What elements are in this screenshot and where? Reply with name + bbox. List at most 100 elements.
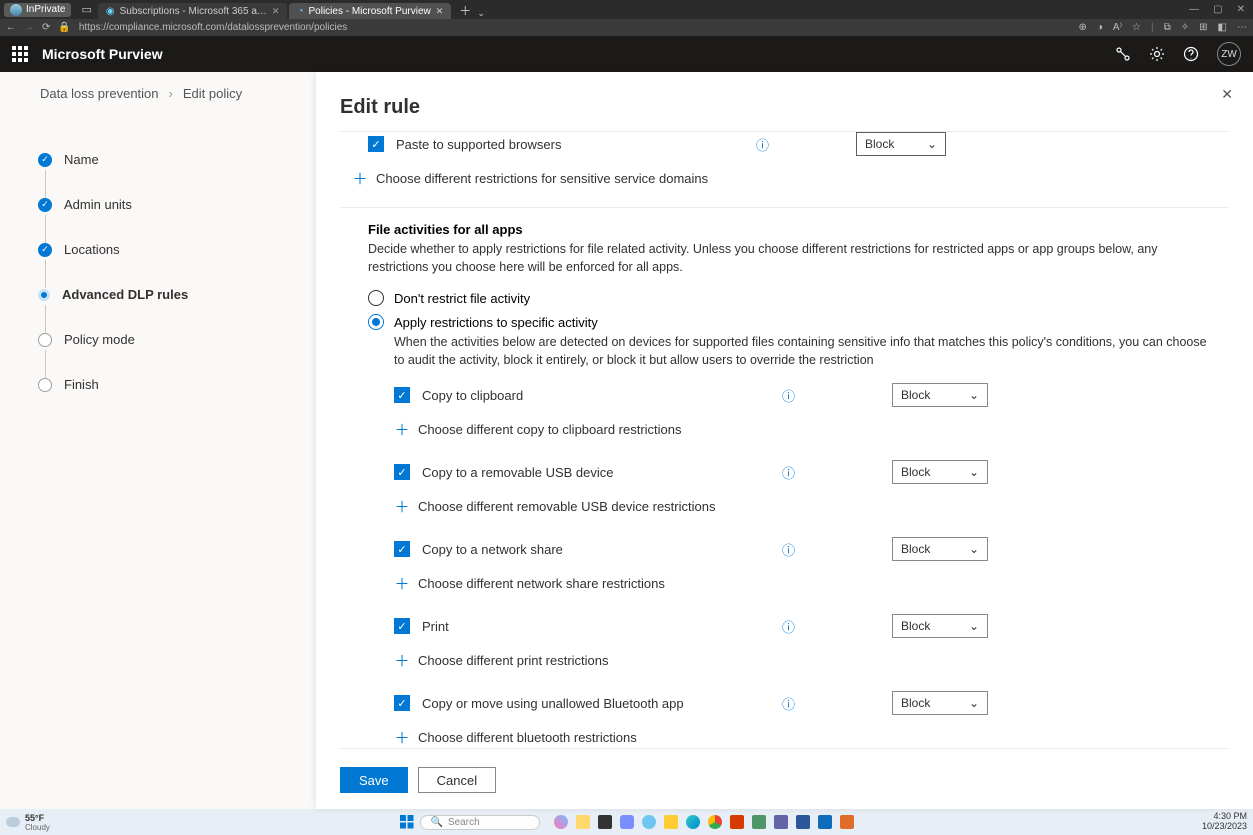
info-icon[interactable]: ⓘ [756, 135, 776, 154]
app-icon[interactable] [620, 815, 634, 829]
action-dropdown[interactable]: Block⌄ [892, 614, 988, 638]
zoom-icon[interactable]: ⊕ [1078, 22, 1086, 33]
add-link-label: Choose different copy to clipboard restr… [418, 422, 682, 437]
plus-icon: ＋ [394, 496, 410, 517]
copilot-icon[interactable] [554, 815, 568, 829]
panel-footer: Save Cancel [316, 757, 1253, 809]
step-advanced-dlp-rules[interactable]: Advanced DLP rules [38, 287, 286, 302]
action-dropdown[interactable]: Block⌄ [892, 691, 988, 715]
step-policy-mode[interactable]: Policy mode [38, 332, 286, 347]
add-restriction-link[interactable]: ＋Choose different network share restrict… [394, 567, 1211, 608]
start-icon[interactable] [400, 815, 414, 829]
explorer-icon[interactable] [576, 815, 590, 829]
close-icon[interactable]: ✕ [436, 6, 444, 17]
close-window-icon[interactable]: ✕ [1237, 4, 1245, 15]
close-panel-icon[interactable]: ✕ [1221, 86, 1233, 103]
read-aloud-icon[interactable]: A⁾ [1113, 22, 1122, 33]
tab-chevron-icon[interactable]: ⌄ [477, 8, 485, 19]
more-icon[interactable]: ⋯ [1237, 22, 1247, 33]
app-icon[interactable] [840, 815, 854, 829]
todo-icon [38, 378, 52, 392]
refresh-icon[interactable]: ⟳ [42, 22, 50, 33]
maximize-icon[interactable]: ▢ [1213, 4, 1222, 15]
split-icon[interactable]: ⧉ [1164, 22, 1171, 33]
cancel-button[interactable]: Cancel [418, 767, 496, 793]
tab-policies[interactable]: ◔ Policies - Microsoft Purview ✕ [289, 3, 451, 19]
app-icon[interactable] [796, 815, 810, 829]
extensions-icon[interactable]: ◧ [1218, 22, 1227, 33]
checkbox-checked-icon[interactable]: ✓ [394, 541, 410, 557]
chevron-down-icon: ⌄ [927, 137, 937, 151]
connector-icon[interactable] [1115, 46, 1131, 62]
close-icon[interactable]: ✕ [272, 6, 280, 17]
minimize-icon[interactable]: — [1189, 4, 1199, 15]
app-icon[interactable] [730, 815, 744, 829]
help-icon[interactable] [1183, 46, 1199, 62]
action-dropdown[interactable]: Block⌄ [892, 460, 988, 484]
tracking-icon[interactable]: ◑ [1097, 22, 1103, 33]
tab-subscriptions[interactable]: ◉ Subscriptions - Microsoft 365 a… ✕ [98, 3, 288, 19]
app-icon[interactable] [752, 815, 766, 829]
tab-actions-icon[interactable]: ▭ [81, 3, 91, 16]
lock-icon[interactable]: 🔒 [58, 22, 70, 33]
chevron-right-icon: › [169, 86, 173, 101]
step-name[interactable]: ✓Name [38, 152, 286, 167]
info-icon[interactable]: ⓘ [782, 694, 802, 713]
app-launcher-icon[interactable] [12, 46, 28, 62]
add-restriction-link[interactable]: ＋Choose different bluetooth restrictions [394, 721, 1211, 749]
add-restriction-link[interactable]: ＋Choose different removable USB device r… [394, 490, 1211, 531]
info-icon[interactable]: ⓘ [782, 463, 802, 482]
checkbox-checked-icon[interactable]: ✓ [394, 695, 410, 711]
save-button[interactable]: Save [340, 767, 408, 793]
user-avatar[interactable]: ZW [1217, 42, 1241, 66]
back-icon[interactable]: ← [6, 22, 16, 33]
gear-icon[interactable] [1149, 46, 1165, 62]
outlook-icon[interactable] [818, 815, 832, 829]
teams-icon[interactable] [774, 815, 788, 829]
app-icon[interactable] [664, 815, 678, 829]
app-icon[interactable] [642, 815, 656, 829]
add-service-domain-restrictions[interactable]: ＋ Choose different restrictions for sens… [352, 162, 1211, 203]
radio-apply-restrictions[interactable]: Apply restrictions to specific activity [368, 310, 1211, 334]
checkbox-checked-icon[interactable]: ✓ [368, 136, 384, 152]
radio-description: When the activities below are detected o… [394, 334, 1211, 369]
product-name: Microsoft Purview [42, 46, 163, 62]
breadcrumb-parent[interactable]: Data loss prevention [40, 86, 159, 101]
add-restriction-link[interactable]: ＋Choose different copy to clipboard rest… [394, 413, 1211, 454]
radio-dont-restrict[interactable]: Don't restrict file activity [368, 286, 1211, 310]
add-restriction-link[interactable]: ＋Choose different print restrictions [394, 644, 1211, 685]
step-admin-units[interactable]: ✓Admin units [38, 197, 286, 212]
activity-label: Print [422, 619, 782, 634]
step-finish[interactable]: Finish [38, 377, 286, 392]
checkbox-checked-icon[interactable]: ✓ [394, 464, 410, 480]
info-icon[interactable]: ⓘ [782, 540, 802, 559]
activity-row: ✓ Printⓘ Block⌄ [394, 608, 1211, 644]
favorites-bar-icon[interactable]: ✧ [1181, 22, 1189, 33]
action-dropdown[interactable]: Block⌄ [892, 383, 988, 407]
step-label: Finish [64, 377, 99, 392]
favorite-icon[interactable]: ☆ [1132, 22, 1141, 33]
tab-favicon: ◉ [106, 6, 115, 17]
step-locations[interactable]: ✓Locations [38, 242, 286, 257]
info-icon[interactable]: ⓘ [782, 617, 802, 636]
taskbar-weather[interactable]: 55°F Cloudy [6, 813, 50, 832]
info-icon[interactable]: ⓘ [782, 386, 802, 405]
action-dropdown[interactable]: Block ⌄ [856, 132, 946, 156]
action-dropdown[interactable]: Block⌄ [892, 537, 988, 561]
todo-icon [38, 333, 52, 347]
activity-row: ✓Copy to a network shareⓘBlock⌄ [394, 531, 1211, 567]
taskbar-clock[interactable]: 4:30 PM 10/23/2023 [1202, 812, 1247, 832]
dropdown-value: Block [901, 619, 930, 633]
checkbox-checked-icon[interactable]: ✓ [394, 387, 410, 403]
edge-icon[interactable] [686, 815, 700, 829]
new-tab-button[interactable]: ＋ [459, 2, 471, 19]
collections-icon[interactable]: ⊞ [1199, 22, 1207, 33]
dropdown-value: Block [901, 542, 930, 556]
rule-scroll-area[interactable]: ✓ Paste to supported browsers ⓘ Block ⌄ … [340, 131, 1229, 749]
url-text[interactable]: https://compliance.microsoft.com/datalos… [79, 22, 1071, 33]
app-icon[interactable] [598, 815, 612, 829]
chrome-icon[interactable] [708, 815, 722, 829]
check-icon: ✓ [38, 198, 52, 212]
checkbox-checked-icon[interactable]: ✓ [394, 618, 410, 634]
taskbar-search[interactable]: 🔍 Search [420, 815, 540, 830]
